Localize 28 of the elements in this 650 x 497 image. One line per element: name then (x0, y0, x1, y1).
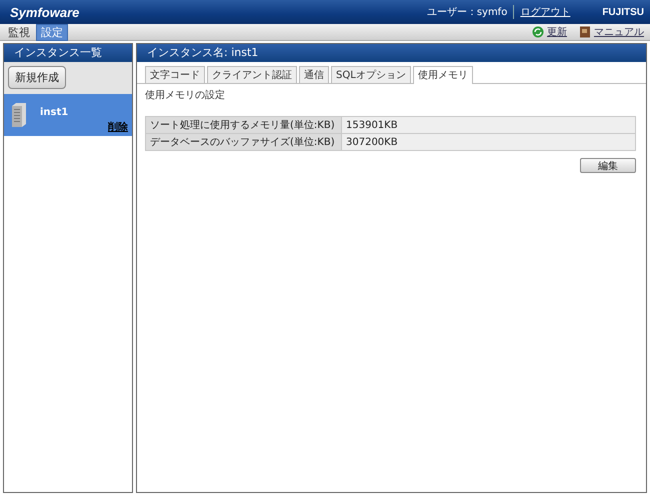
user-label: ユーザー：symfo (426, 5, 514, 19)
tab[interactable]: 使用メモリ (412, 66, 473, 84)
table-cell: データベースのバッファサイズ(単位:KB) (146, 134, 342, 150)
tab[interactable]: 通信 (299, 66, 329, 83)
menu-tab[interactable]: 設定 (36, 24, 68, 40)
server-icon (12, 103, 26, 127)
panel-title: インスタンス一覧 (4, 44, 132, 62)
table-cell: 307200KB (342, 134, 636, 150)
new-button[interactable]: 新規作成 (8, 66, 66, 89)
tab[interactable]: 文字コード (145, 66, 205, 83)
table-cell: ソート処理に使用するメモリ量(単位:KB) (146, 116, 342, 134)
brand-logo: FUJITSU (602, 6, 644, 18)
menu-tab[interactable]: 監視 (4, 24, 34, 40)
tab[interactable]: SQLオプション (331, 66, 411, 83)
toolbar-link[interactable]: マニュアル (594, 25, 644, 39)
edit-button[interactable]: 編集 (580, 158, 636, 173)
toolbar-link[interactable]: 更新 (547, 25, 567, 39)
table-cell: 153901KB (342, 116, 636, 134)
refresh-icon[interactable] (532, 26, 544, 38)
logo: Symfoware (10, 4, 80, 20)
delete-link[interactable]: 削除 (108, 120, 128, 134)
instance-name: inst1 (40, 106, 68, 118)
book-icon[interactable] (579, 26, 591, 38)
instance-item[interactable]: inst1 削除 (4, 94, 132, 136)
panel-title: インスタンス名: inst1 (137, 44, 646, 62)
logout-link[interactable]: ログアウト (520, 5, 570, 19)
tab[interactable]: クライアント認証 (207, 66, 297, 83)
section-label: 使用メモリの設定 (144, 88, 226, 103)
